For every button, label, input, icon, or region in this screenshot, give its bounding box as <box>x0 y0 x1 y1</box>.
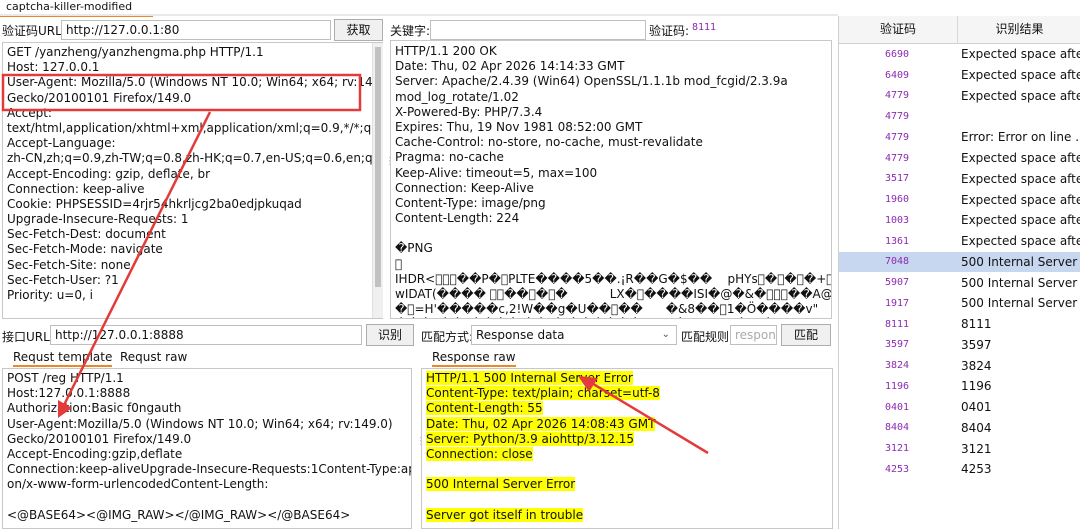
annotation-box-user-agent <box>1 73 362 112</box>
annotation-arrow-right <box>589 380 709 455</box>
annotation-overlay <box>1 73 709 455</box>
annotation-arrow-left <box>62 111 212 406</box>
